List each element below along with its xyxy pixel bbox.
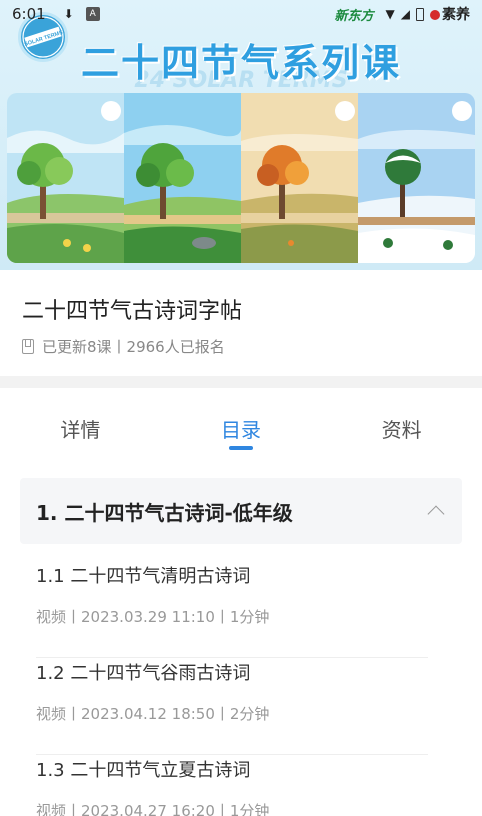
course-banner: 6:01 ⬇ A 新东方 ▼ ◢ 素养 SOLAR TERMS 24 SOLAR…: [0, 0, 482, 270]
lesson-title: 1.1 二十四节气清明古诗词: [36, 566, 251, 587]
tab-catalog[interactable]: 目录: [161, 400, 322, 460]
tab-catalog-label: 目录: [221, 418, 261, 442]
banner-title: 二十四节气系列课: [80, 41, 401, 85]
lesson-meta: 视频丨2023.04.12 18:50丨2分钟: [36, 705, 270, 723]
lesson-item[interactable]: 1.2 二十四节气谷雨古诗词 视频丨2023.04.12 18:50丨2分钟: [36, 659, 446, 755]
tab-materials[interactable]: 资料: [321, 400, 482, 460]
lesson-meta: 视频丨2023.04.27 16:20丨1分钟: [36, 802, 270, 816]
lesson-item[interactable]: 1.3 二十四节气立夏古诗词 视频丨2023.04.27 16:20丨1分钟: [36, 756, 446, 816]
list-divider: [36, 754, 428, 755]
active-tab-indicator: [229, 446, 253, 450]
lesson-item[interactable]: 1.1 二十四节气清明古诗词 视频丨2023.03.29 11:10丨1分钟: [36, 562, 446, 658]
signal-icon: ◢: [400, 7, 410, 21]
tab-details-label: 详情: [60, 418, 101, 442]
status-time: 6:01: [12, 5, 46, 23]
chapter-header[interactable]: 1. 二十四节气古诗词-低年级: [20, 478, 462, 544]
lesson-title: 1.3 二十四节气立夏古诗词: [36, 760, 251, 781]
battery-icon: [416, 7, 424, 21]
season-panel-autumn: [241, 93, 358, 263]
section-divider: [0, 376, 482, 388]
lesson-title: 1.2 二十四节气谷雨古诗词: [36, 663, 251, 684]
bookmark-icon: [22, 339, 34, 354]
course-meta: 已更新8课丨2966人已报名: [22, 336, 225, 357]
lesson-meta: 视频丨2023.03.29 11:10丨1分钟: [36, 608, 270, 626]
wifi-icon: ▼: [385, 7, 395, 21]
status-bar: 6:01 ⬇ A 新东方 ▼ ◢ 素养: [0, 0, 482, 28]
season-panel-spring: [7, 93, 124, 263]
tab-details[interactable]: 详情: [0, 400, 161, 460]
app-a-icon: A: [85, 7, 100, 21]
course-tabs: 详情 目录 资料: [0, 400, 482, 460]
chevron-up-icon[interactable]: [427, 505, 445, 523]
list-divider: [36, 657, 428, 658]
tab-materials-label: 资料: [381, 418, 422, 442]
season-panel-summer: [124, 93, 241, 263]
chapter-title: 1. 二十四节气古诗词-低年级: [36, 500, 293, 525]
course-meta-text: 已更新8课丨2966人已报名: [42, 338, 225, 356]
brand-logo-suyang: 素养: [430, 4, 470, 24]
season-panel-winter: [358, 93, 475, 263]
brand-logo-xdf: 新东方: [334, 8, 374, 24]
season-panels: [7, 93, 475, 263]
download-icon: ⬇: [63, 7, 74, 21]
course-title: 二十四节气古诗词字帖: [22, 299, 243, 324]
